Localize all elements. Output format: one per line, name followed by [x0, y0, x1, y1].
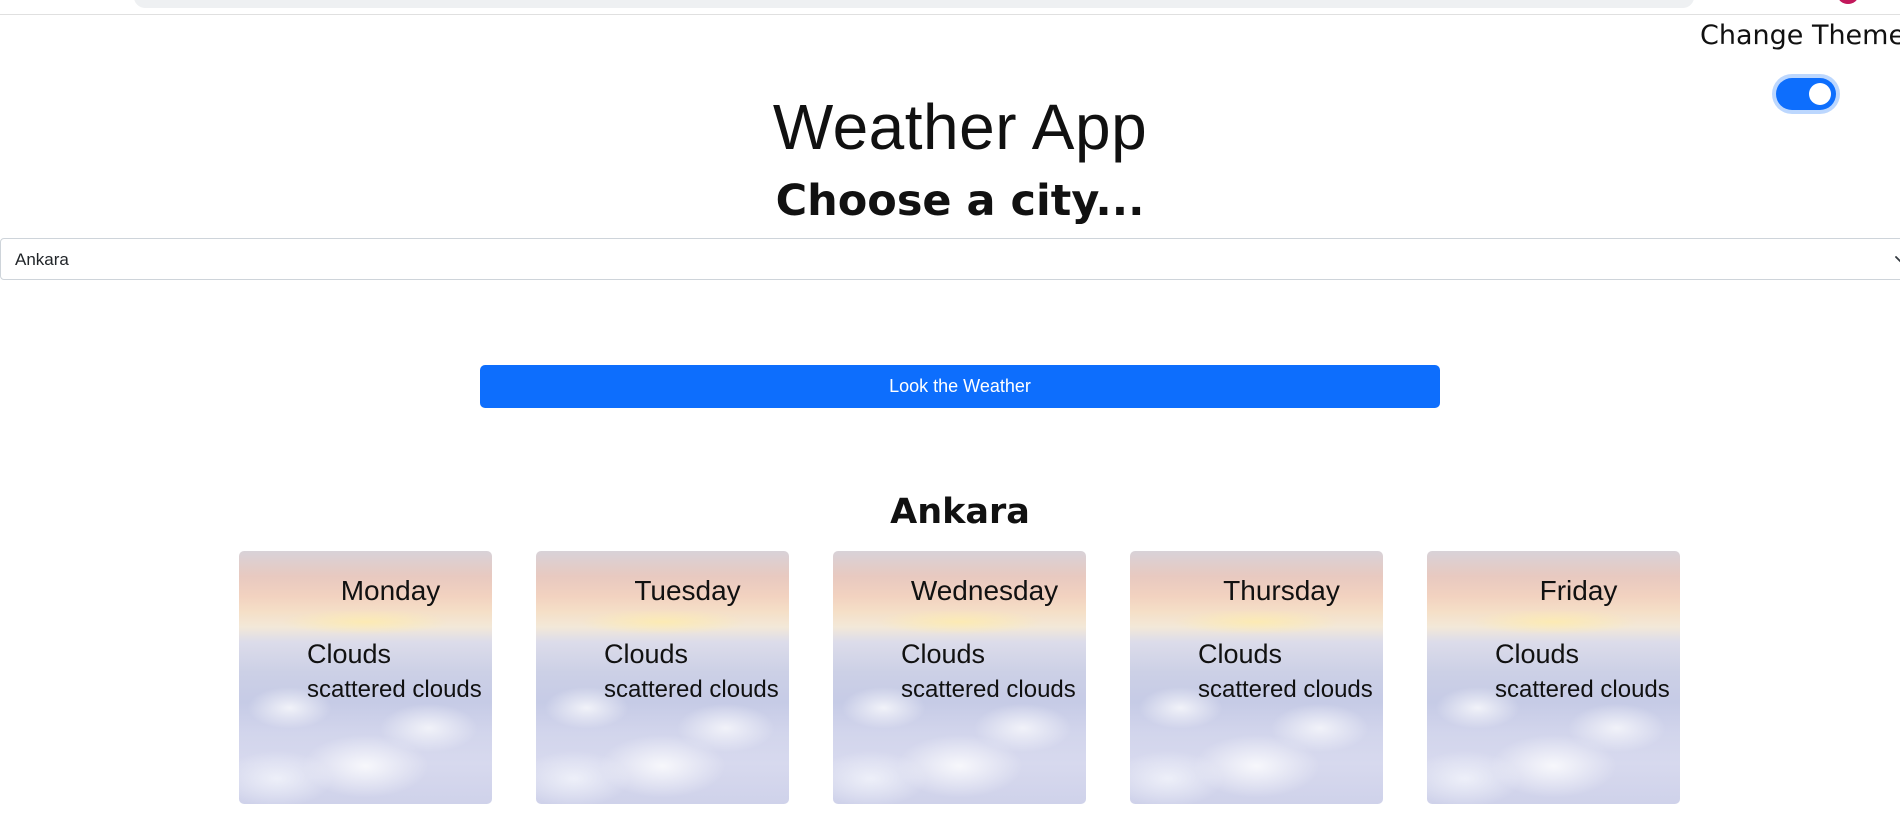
page: Change Theme Weather App Choose a city..…	[0, 0, 1900, 817]
forecast-day: Thursday	[1223, 575, 1340, 606]
forecast-main: Clouds	[1198, 639, 1283, 669]
forecast-description: scattered clouds	[901, 676, 1076, 703]
look-weather-button[interactable]: Look the Weather	[480, 365, 1440, 408]
forecast-card: Tuesday Clouds scattered clouds	[536, 551, 789, 804]
chevron-down-icon	[1895, 256, 1900, 263]
forecast-description: scattered clouds	[604, 676, 779, 703]
forecast-main: Clouds	[1495, 639, 1580, 669]
forecast-main: Clouds	[604, 639, 689, 669]
browser-top-bar	[0, 0, 1900, 15]
forecast-main: Clouds	[307, 639, 392, 669]
forecast-day: Tuesday	[634, 575, 741, 606]
forecast-card: Friday Clouds scattered clouds	[1427, 551, 1680, 804]
forecast-day: Monday	[340, 575, 441, 606]
forecast-description: scattered clouds	[307, 676, 482, 703]
forecast-card: Thursday Clouds scattered clouds	[1130, 551, 1383, 804]
forecast-description: scattered clouds	[1495, 676, 1670, 703]
forecast-card: Monday Clouds scattered clouds	[239, 551, 492, 804]
forecast-cards: Monday Clouds scattered clouds Tuesday C…	[0, 551, 1900, 805]
profile-avatar[interactable]	[1838, 0, 1858, 4]
choose-city-heading: Choose a city...	[775, 176, 1145, 226]
result-city-heading: Ankara	[890, 492, 1030, 532]
app-title: Weather App	[772, 91, 1148, 163]
forecast-main: Clouds	[901, 639, 986, 669]
forecast-day: Wednesday	[910, 575, 1059, 606]
forecast-description: scattered clouds	[1198, 676, 1373, 703]
city-select-value: Ankara	[15, 250, 69, 269]
theme-control: Change Theme	[1700, 18, 1900, 110]
city-select[interactable]: Ankara	[0, 238, 1900, 280]
address-bar[interactable]	[134, 0, 1694, 8]
forecast-card: Wednesday Clouds scattered clouds	[833, 551, 1086, 804]
theme-label: Change Theme	[1700, 20, 1900, 51]
forecast-day: Friday	[1539, 575, 1618, 606]
